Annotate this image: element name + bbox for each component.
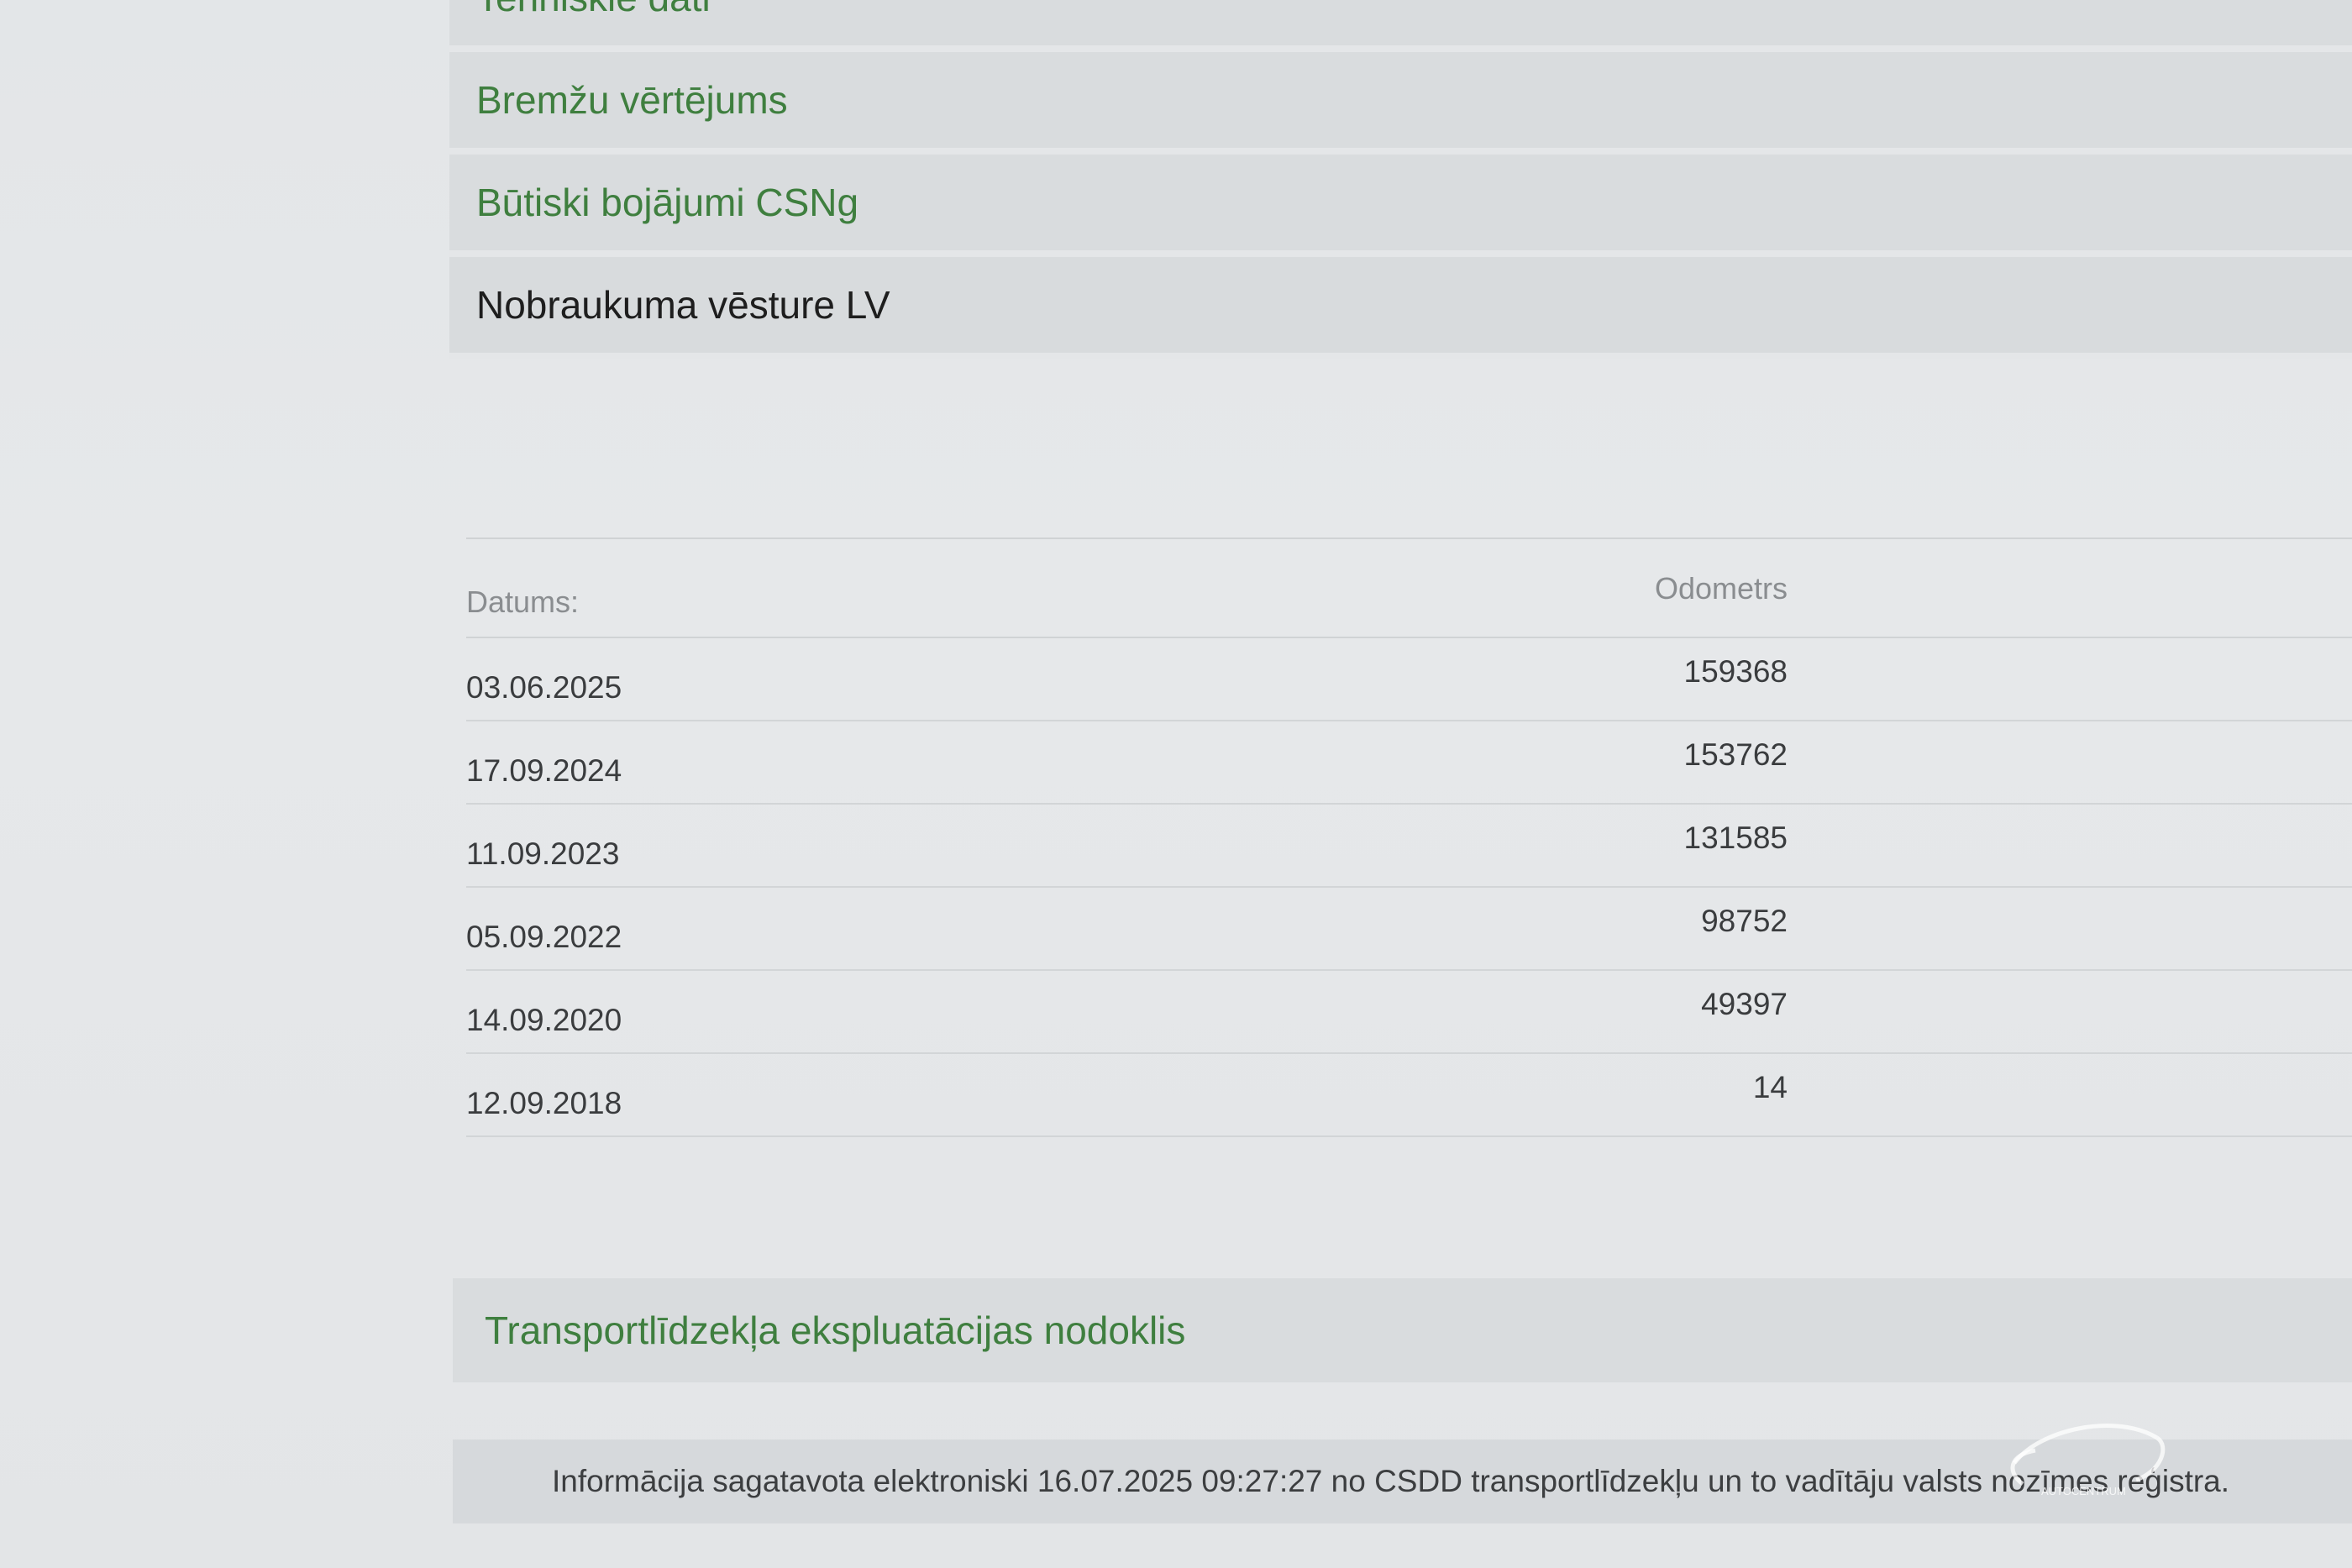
tab-label: Transportlīdzekļa ekspluatācijas nodokli…	[485, 1308, 1186, 1352]
table-body: 03.06.2025 159368 17.09.2024 153762 11.0…	[466, 638, 2352, 1137]
tab-brake-rating[interactable]: Bremžu vērtējums	[449, 52, 2352, 155]
odometer-table: Datums: Odometrs 03.06.2025 159368 17.09…	[466, 538, 2352, 1137]
odometer-value: 14	[1752, 1069, 1788, 1104]
odometer-value: 49397	[1701, 986, 1788, 1021]
tab-label: Tehniskie dati	[476, 0, 711, 20]
odometer-value: 153762	[1683, 737, 1788, 772]
tab-vehicle-operation-tax[interactable]: Transportlīdzekļa ekspluatācijas nodokli…	[453, 1278, 2352, 1382]
date-cell: 03.06.2025	[466, 669, 622, 705]
tab-label: Bremžu vērtējums	[476, 78, 788, 122]
column-header-odometer-label: Odometrs	[1654, 571, 1788, 606]
date-cell: 17.09.2024	[466, 753, 622, 788]
date-cell: 05.09.2022	[466, 919, 622, 954]
date-cell: 14.09.2020	[466, 1002, 622, 1037]
tab-label: Būtiski bojājumi CSNg	[476, 181, 859, 224]
odometer-value: 131585	[1683, 820, 1788, 855]
table-row: 17.09.2024 153762	[466, 721, 2352, 805]
table-row: 14.09.2020 49397	[466, 971, 2352, 1054]
column-header-date: Datums:	[466, 585, 580, 619]
watermark-text: AUTOCENTRUM	[2041, 1485, 2126, 1497]
tab-significant-damage[interactable]: Būtiski bojājumi CSNg	[449, 155, 2352, 257]
date-cell: 11.09.2023	[466, 836, 620, 871]
info-accordion: Tehniskie dati Bremžu vērtējums Būtiski …	[449, 0, 2352, 359]
table-row: 12.09.2018 14	[466, 1054, 2352, 1137]
table-row: 11.09.2023 131585	[466, 805, 2352, 888]
odometer-value: 159368	[1683, 653, 1788, 689]
date-cell: 12.09.2018	[466, 1085, 622, 1120]
watermark-logo: AUTOCENTRUM	[2010, 1424, 2166, 1497]
odometer-value: 98752	[1701, 903, 1788, 938]
tab-mileage-history[interactable]: Nobraukuma vēsture LV	[449, 257, 2352, 359]
registry-info-text: Informācija sagatavota elektroniski 16.0…	[552, 1464, 2230, 1498]
tab-technical-data[interactable]: Tehniskie dati	[449, 0, 2352, 52]
page: Tehniskie dati Bremžu vērtējums Būtiski …	[0, 0, 2352, 1568]
table-row: 03.06.2025 159368	[466, 638, 2352, 721]
tab-label: Nobraukuma vēsture LV	[476, 283, 890, 327]
table-row: 05.09.2022 98752	[466, 888, 2352, 971]
table-header: Datums: Odometrs	[466, 539, 2352, 638]
